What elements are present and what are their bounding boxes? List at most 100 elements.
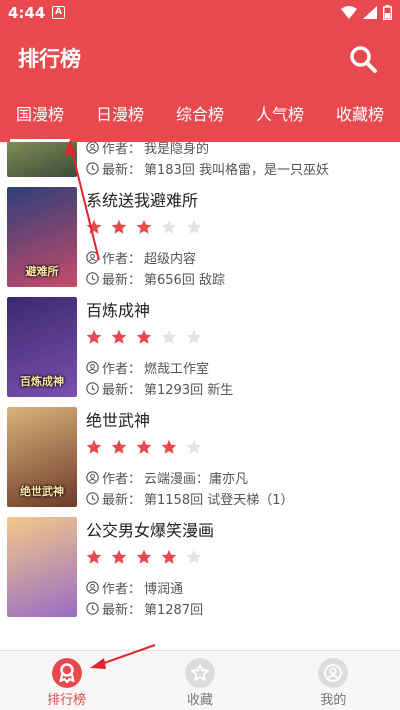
comic-title[interactable]: 百炼成神 — [86, 297, 150, 321]
star-icon — [184, 658, 215, 688]
comic-cover[interactable]: 绝世武神 — [7, 407, 77, 507]
latest-chapter-line-label: 最新： — [102, 273, 142, 288]
author-line: 作者： 云端漫画：庸亦凡 — [86, 468, 248, 487]
star-filled-icon — [86, 439, 102, 454]
author-line: 作者： 燃哉工作室 — [86, 358, 209, 377]
signal-icon — [363, 6, 377, 19]
star-filled-icon — [111, 439, 127, 454]
clock-icon — [86, 382, 99, 395]
star-empty-icon — [186, 439, 202, 454]
tab-zonghe[interactable]: 综合榜 — [160, 92, 240, 142]
comic-cover[interactable]: 避难所 — [7, 187, 77, 287]
author-line-value: 超级内容 — [144, 252, 197, 267]
latest-chapter-line: 最新： 第1158回 试登天梯（1） — [86, 489, 294, 508]
nav-ranking[interactable]: 排行榜 — [0, 651, 133, 710]
author-line-label: 作者： — [102, 142, 142, 157]
author-line-label: 作者： — [102, 472, 142, 487]
star-empty-icon — [186, 329, 202, 344]
rating-stars — [86, 439, 202, 455]
list-item[interactable]: 作者： 我是隐身的 最新： 第183回 我叫格雷，是一只巫妖 — [0, 142, 400, 178]
author-line-label: 作者： — [102, 582, 142, 597]
latest-chapter-line: 最新： 第1287回 — [86, 599, 203, 618]
star-empty-icon — [186, 219, 202, 234]
latest-chapter-line-label: 最新： — [102, 493, 142, 508]
list-item[interactable]: 绝世武神 绝世武神 作者： 云端漫画：庸亦凡 最新： 第1158回 试登天梯（1） — [0, 397, 400, 508]
latest-chapter-line-value: 第183回 我叫格雷，是一只巫妖 — [144, 163, 329, 178]
star-filled-icon — [111, 329, 127, 344]
user-icon — [86, 142, 99, 154]
tab-renqi[interactable]: 人气榜 — [240, 92, 320, 142]
latest-chapter-line: 最新： 第183回 我叫格雷，是一只巫妖 — [86, 159, 329, 178]
list-item[interactable]: 百炼成神 百炼成神 作者： 燃哉工作室 最新： 第1293回 新生 — [0, 287, 400, 398]
comic-title[interactable]: 公交男女爆笑漫画 — [86, 517, 214, 541]
user-icon — [86, 471, 99, 484]
status-bar: 4:44 A — [0, 0, 400, 27]
nav-label-ranking: 排行榜 — [47, 693, 87, 708]
list-item[interactable]: 避难所 系统送我避难所作者： 超级内容最新： 第656回 敌踪 — [0, 177, 400, 288]
clock-icon — [86, 602, 99, 615]
app-bar: 排行榜 — [0, 27, 400, 92]
author-line-value: 云端漫画：庸亦凡 — [144, 472, 249, 487]
latest-chapter-line-value: 第1158回 试登天梯（1） — [144, 493, 294, 508]
rating-stars — [86, 329, 202, 345]
app-root: 4:44 A 排行榜 国漫榜 日漫榜 综合榜 人气榜 收藏榜 作者： 我是隐身的最… — [0, 0, 400, 710]
user-icon — [318, 658, 349, 688]
comic-title[interactable]: 绝世武神 — [86, 407, 150, 431]
wifi-icon — [341, 6, 357, 19]
tab-shoucang[interactable]: 收藏榜 — [320, 92, 400, 142]
star-filled-icon — [86, 329, 102, 344]
author-line-value: 我是隐身的 — [144, 142, 210, 157]
nav-profile[interactable]: 我的 — [267, 651, 400, 710]
author-line: 作者： 超级内容 — [86, 248, 196, 267]
star-filled-icon — [86, 219, 102, 234]
ranking-icon — [51, 658, 82, 688]
latest-chapter-line: 最新： 第1293回 新生 — [86, 379, 233, 398]
nav-favorites[interactable]: 收藏 — [133, 651, 266, 710]
cover-title-text: 避难所 — [25, 265, 59, 278]
comic-cover[interactable]: 百炼成神 — [7, 297, 77, 397]
star-filled-icon — [136, 549, 152, 564]
star-filled-icon — [86, 549, 102, 564]
latest-chapter-line-label: 最新： — [102, 603, 142, 618]
comic-cover[interactable] — [7, 517, 77, 617]
battery-icon — [383, 5, 392, 20]
ranking-list: 作者： 我是隐身的 最新： 第183回 我叫格雷，是一只巫妖 避难所 系统送我避难所 作者：… — [0, 142, 400, 650]
author-line-value: 博润通 — [144, 582, 184, 597]
tab-guoman[interactable]: 国漫榜 — [0, 92, 80, 142]
star-filled-icon — [111, 549, 127, 564]
user-icon — [86, 251, 99, 264]
page-title: 排行榜 — [18, 47, 81, 71]
bottom-nav: 排行榜 收藏 我的 — [0, 650, 400, 710]
author-line-value: 燃哉工作室 — [144, 362, 210, 377]
user-icon — [86, 581, 99, 594]
tab-riman[interactable]: 日漫榜 — [80, 92, 160, 142]
latest-chapter-line-label: 最新： — [102, 163, 142, 178]
star-filled-icon — [136, 219, 152, 234]
nav-label-favorites: 收藏 — [186, 693, 213, 708]
search-icon[interactable] — [348, 44, 378, 74]
star-empty-icon — [161, 329, 177, 344]
latest-chapter-line-value: 第656回 敌踪 — [144, 273, 225, 288]
cover-title-text: 绝世武神 — [20, 485, 64, 498]
star-filled-icon — [161, 549, 177, 564]
clock-icon — [86, 492, 99, 505]
author-line-label: 作者： — [102, 362, 142, 377]
star-empty-icon — [161, 219, 177, 234]
latest-chapter-line-value: 第1293回 新生 — [144, 383, 234, 398]
clock-icon — [86, 272, 99, 285]
latest-chapter-line: 最新： 第656回 敌踪 — [86, 269, 225, 288]
star-filled-icon — [111, 219, 127, 234]
star-filled-icon — [136, 439, 152, 454]
cover-title-text: 百炼成神 — [20, 375, 64, 388]
category-tabs: 国漫榜 日漫榜 综合榜 人气榜 收藏榜 — [0, 92, 400, 142]
list-item[interactable]: 公交男女爆笑漫画 作者： 博润通 最新： 第1287回 — [0, 507, 400, 618]
status-time: 4:44 — [8, 4, 46, 22]
comic-cover[interactable] — [7, 142, 77, 177]
clock-icon — [86, 162, 99, 175]
author-line: 作者： 我是隐身的 — [86, 142, 209, 157]
latest-chapter-line-value: 第1287回 — [144, 603, 204, 618]
author-line: 作者： 博润通 — [86, 578, 183, 597]
latest-chapter-line-label: 最新： — [102, 383, 142, 398]
comic-title[interactable]: 系统送我避难所 — [86, 187, 198, 211]
nav-label-profile: 我的 — [320, 693, 347, 708]
